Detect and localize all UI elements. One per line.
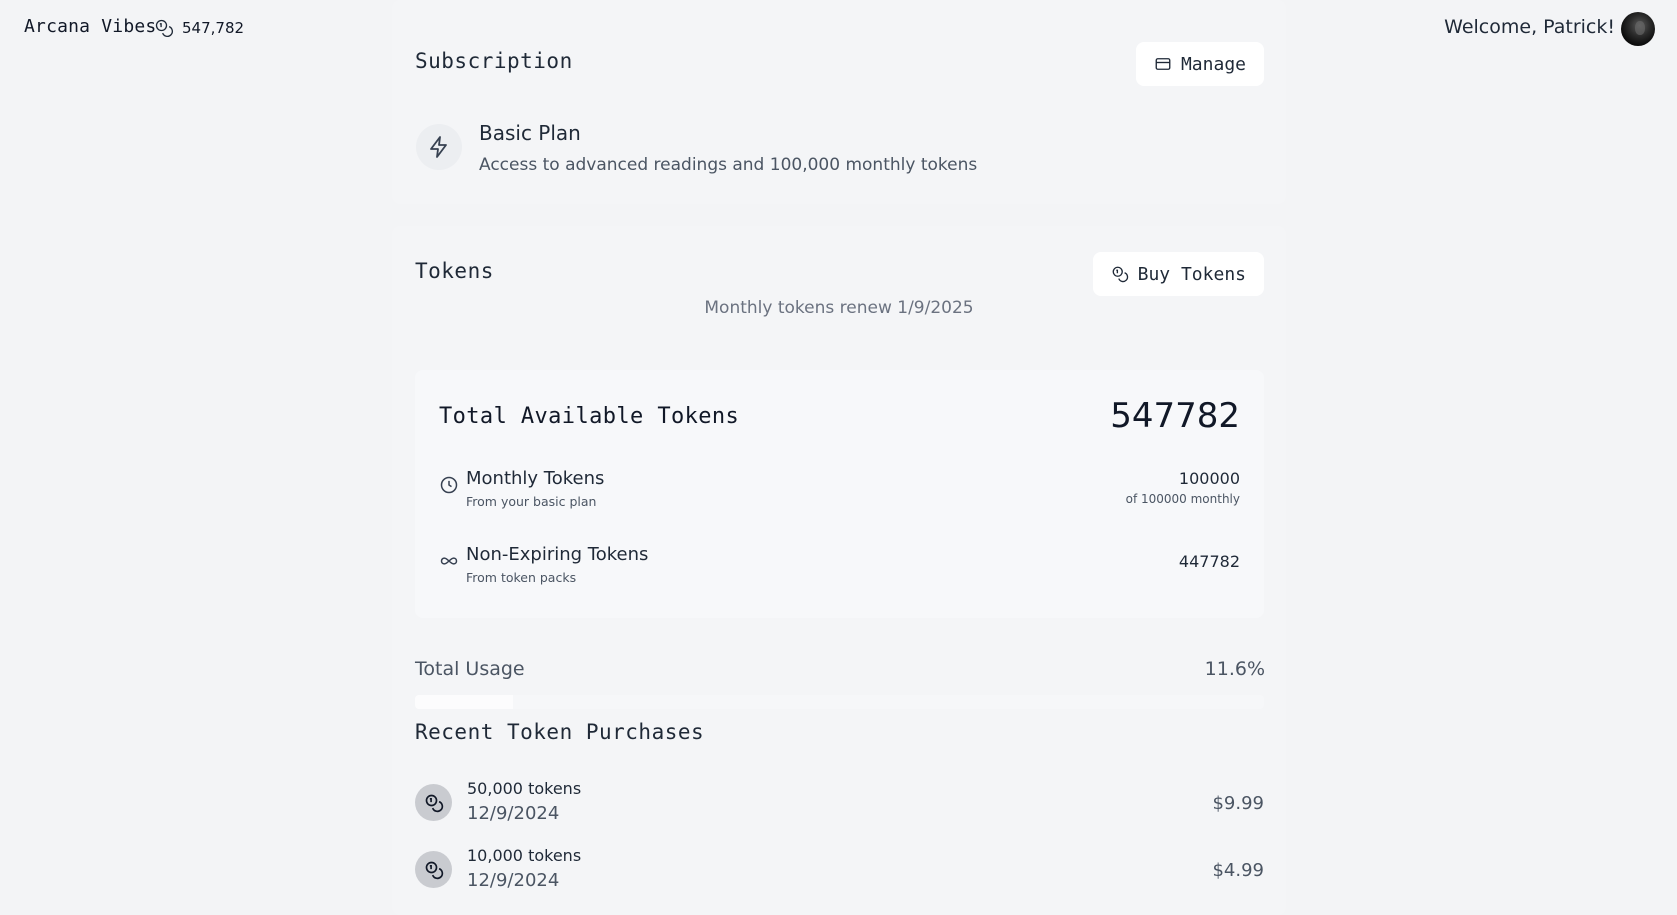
brand-logo[interactable]: Arcana Vibes — [24, 16, 156, 37]
tokens-card: Tokens Buy Tokens Monthly tokens renew 1… — [392, 226, 1286, 915]
coins-icon — [425, 794, 443, 812]
token-balance-value: 547,782 — [182, 19, 245, 37]
token-balance[interactable]: 547,782 — [154, 18, 244, 38]
purchase-price: $9.99 — [1212, 793, 1264, 814]
purchase-amount: 50,000 tokens — [467, 779, 582, 798]
subscription-card: Subscription Manage Basic Plan Access to… — [392, 0, 1286, 204]
coins-icon — [425, 861, 443, 879]
credit-card-icon — [1155, 58, 1171, 70]
plan-badge — [416, 124, 462, 170]
purchase-badge — [415, 851, 452, 888]
coins-icon — [1112, 266, 1128, 283]
buy-tokens-button[interactable]: Buy Tokens — [1092, 252, 1264, 296]
avatar[interactable] — [1621, 12, 1655, 46]
non-expiring-label: Non-Expiring Tokens — [466, 544, 649, 565]
usage-progress-fill — [415, 695, 514, 709]
lightning-icon — [430, 136, 447, 158]
list-item[interactable]: 10,000 tokens 12/9/2024 $4.99 — [415, 843, 1264, 895]
tokens-title: Tokens — [415, 259, 494, 283]
purchase-badge — [415, 784, 452, 821]
total-available-title: Total Available Tokens — [439, 404, 740, 429]
purchase-price: $4.99 — [1212, 860, 1264, 881]
monthly-tokens-value: 100000 — [1178, 469, 1240, 488]
total-usage-label: Total Usage — [415, 658, 525, 680]
infinity-icon — [440, 557, 458, 565]
coins-icon — [155, 19, 173, 37]
monthly-tokens-value-sub: of 100000 monthly — [1125, 492, 1240, 506]
purchase-date: 12/9/2024 — [467, 870, 560, 891]
plan-description: Access to advanced readings and 100,000 … — [479, 155, 978, 175]
non-expiring-value: 447782 — [1178, 552, 1240, 571]
welcome-text: Welcome, Patrick! — [1444, 16, 1615, 38]
manage-label: Manage — [1180, 53, 1246, 75]
recent-purchases-title: Recent Token Purchases — [415, 720, 705, 744]
clock-icon — [440, 476, 458, 494]
purchase-amount: 10,000 tokens — [467, 846, 582, 865]
plan-name: Basic Plan — [479, 121, 581, 145]
usage-progress-bar — [415, 695, 1264, 709]
monthly-tokens-sub: From your basic plan — [466, 494, 597, 509]
purchase-date: 12/9/2024 — [467, 803, 560, 824]
total-available-value: 547782 — [1110, 396, 1240, 436]
renew-text: Monthly tokens renew 1/9/2025 — [704, 298, 974, 318]
non-expiring-sub: From token packs — [466, 570, 577, 585]
manage-button[interactable]: Manage — [1135, 42, 1264, 86]
total-usage-value: 11.6% — [1204, 658, 1265, 680]
monthly-tokens-label: Monthly Tokens — [466, 468, 605, 489]
subscription-title: Subscription — [415, 49, 573, 73]
token-summary-panel: Total Available Tokens 547782 Monthly To… — [415, 370, 1264, 618]
list-item[interactable]: 50,000 tokens 12/9/2024 $9.99 — [415, 776, 1264, 828]
buy-tokens-label: Buy Tokens — [1137, 263, 1246, 285]
